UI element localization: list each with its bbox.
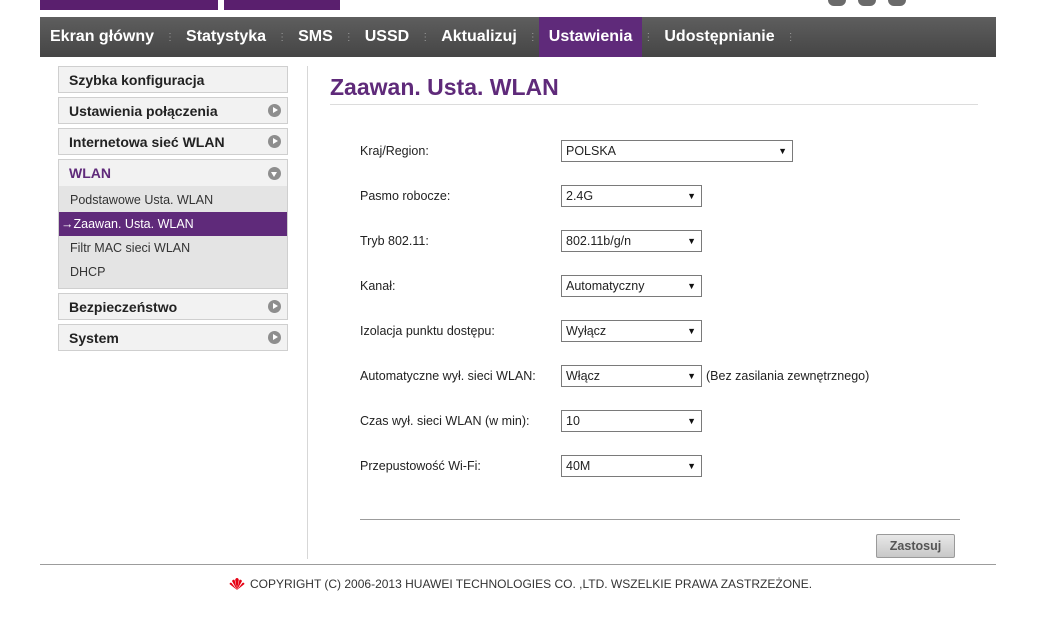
chevron-right-icon: [268, 300, 281, 313]
wlan-submenu: Podstawowe Usta. WLAN →Zaawan. Usta. WLA…: [58, 186, 288, 289]
field-label: Automatyczne wył. sieci WLAN:: [360, 369, 536, 383]
footer-divider: [40, 564, 996, 565]
form-row-ap-isolation: Izolacja punktu dostępu: Wyłącz: [360, 320, 980, 342]
tab-separator: ⋮: [420, 31, 431, 43]
sidebar-item-connection-settings[interactable]: Ustawienia połączenia: [58, 97, 288, 124]
top-icons: [828, 0, 906, 6]
field-label: Izolacja punktu dostępu:: [360, 324, 495, 338]
wifi-bandwidth-select[interactable]: 40M: [561, 455, 702, 477]
sidebar-item-system[interactable]: System: [58, 324, 288, 351]
field-label: Przepustowość Wi-Fi:: [360, 459, 481, 473]
huawei-logo-icon: [229, 578, 245, 590]
footer: COPYRIGHT (C) 2006-2013 HUAWEI TECHNOLOG…: [0, 577, 1040, 591]
top-strip-segment: [40, 0, 218, 10]
apply-button[interactable]: Zastosuj: [876, 534, 955, 558]
logout-icon[interactable]: [888, 0, 906, 6]
field-label: Kanał:: [360, 279, 396, 293]
copyright-text: COPYRIGHT (C) 2006-2013 HUAWEI TECHNOLOG…: [249, 577, 813, 591]
sidebar-item-wlan[interactable]: WLAN: [58, 159, 288, 186]
sidebar-item-security[interactable]: Bezpieczeństwo: [58, 293, 288, 320]
form-divider: [360, 519, 960, 520]
auto-wlan-off-select[interactable]: Włącz: [561, 365, 702, 387]
sidebar-item-internet-wlan[interactable]: Internetowa sieć WLAN: [58, 128, 288, 155]
submenu-item-dhcp[interactable]: DHCP: [59, 260, 287, 284]
form-row-bandwidth: Przepustowość Wi-Fi: 40M: [360, 455, 980, 477]
channel-select[interactable]: Automatyczny: [561, 275, 702, 297]
country-region-select[interactable]: POLSKA: [561, 140, 793, 162]
tab-separator: ⋮: [643, 31, 654, 43]
chevron-right-icon: [268, 331, 281, 344]
chevron-right-icon: [268, 135, 281, 148]
tab-home[interactable]: Ekran główny: [40, 17, 164, 57]
mode-80211-select[interactable]: 802.11b/g/n: [561, 230, 702, 252]
sidebar-item-label: Bezpieczeństwo: [69, 298, 178, 315]
sidebar-item-label: Ustawienia połączenia: [69, 102, 218, 119]
tab-separator: ⋮: [343, 31, 354, 43]
off-time-select[interactable]: 10: [561, 410, 702, 432]
sidebar-item-label: Szybka konfiguracja: [69, 71, 205, 88]
form-row-mode: Tryb 802.11: 802.11b/g/n: [360, 230, 980, 252]
form-row-country: Kraj/Region: POLSKA: [360, 140, 980, 162]
chevron-right-icon: [268, 104, 281, 117]
field-label: Kraj/Region:: [360, 144, 429, 158]
content-divider: [307, 66, 308, 559]
tab-sharing[interactable]: Udostępnianie: [654, 17, 784, 57]
top-brand-strip: [40, 0, 340, 10]
language-globe-icon[interactable]: [858, 0, 876, 6]
field-label: Czas wył. sieci WLAN (w min):: [360, 414, 530, 428]
tab-sms[interactable]: SMS: [288, 17, 343, 57]
field-label: Pasmo robocze:: [360, 189, 451, 203]
sidebar-item-label: Internetowa sieć WLAN: [69, 133, 225, 150]
tab-ussd[interactable]: USSD: [355, 17, 419, 57]
tab-update[interactable]: Aktualizuj: [431, 17, 527, 57]
tab-separator: ⋮: [785, 31, 796, 43]
tab-statistics[interactable]: Statystyka: [176, 17, 276, 57]
sidebar-item-quick-setup[interactable]: Szybka konfiguracja: [58, 66, 288, 93]
sidebar-item-label: WLAN: [69, 165, 111, 181]
page-title: Zaawan. Usta. WLAN: [330, 74, 559, 100]
chevron-down-icon: [268, 166, 281, 180]
ap-isolation-select[interactable]: Wyłącz: [561, 320, 702, 342]
submenu-item-basic-wlan[interactable]: Podstawowe Usta. WLAN: [59, 188, 287, 212]
submenu-item-advanced-wlan[interactable]: →Zaawan. Usta. WLAN: [59, 212, 287, 236]
tab-separator: ⋮: [527, 31, 538, 43]
form-row-auto-off: Automatyczne wył. sieci WLAN: Włącz (Bez…: [360, 365, 980, 387]
band-select[interactable]: 2.4G: [561, 185, 702, 207]
main-navigation: Ekran główny ⋮ Statystyka ⋮ SMS ⋮ USSD ⋮…: [40, 17, 996, 57]
form-row-band: Pasmo robocze: 2.4G: [360, 185, 980, 207]
top-strip-segment: [224, 0, 340, 10]
auto-off-note: (Bez zasilania zewnętrznego): [706, 369, 870, 383]
sidebar-item-label: System: [69, 329, 119, 346]
form-row-channel: Kanał: Automatyczny: [360, 275, 980, 297]
signal-icon: [828, 0, 846, 6]
submenu-item-mac-filter[interactable]: Filtr MAC sieci WLAN: [59, 236, 287, 260]
field-label: Tryb 802.11:: [360, 234, 429, 248]
form-row-off-time: Czas wył. sieci WLAN (w min): 10: [360, 410, 980, 432]
title-divider: [330, 104, 978, 105]
tab-separator: ⋮: [165, 31, 176, 43]
tab-settings[interactable]: Ustawienia: [538, 17, 643, 57]
settings-sidebar: Szybka konfiguracja Ustawienia połączeni…: [58, 66, 288, 355]
tab-separator: ⋮: [277, 31, 288, 43]
